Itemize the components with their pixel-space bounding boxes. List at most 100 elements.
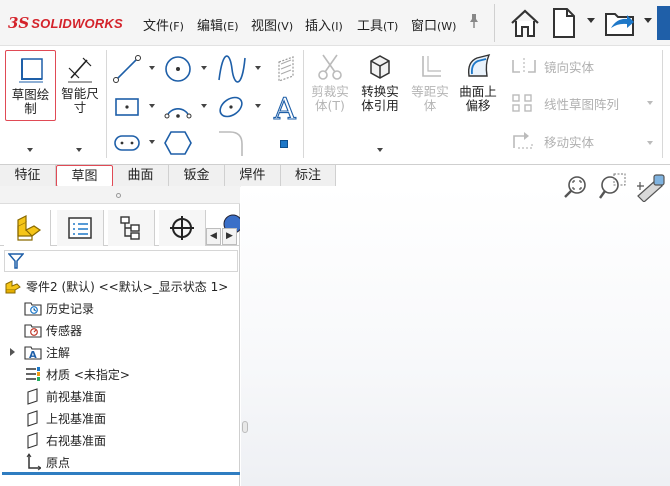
trim-entities-button[interactable]: 剪裁实 体(T) <box>308 50 352 121</box>
offset-on-surface-button[interactable]: 曲面上 偏移 <box>456 50 500 121</box>
tree-item-label: 材质 <未指定> <box>46 367 130 382</box>
tree-item-front-plane[interactable]: 前视基准面 <box>24 386 106 406</box>
tree-root-part[interactable]: 零件2 (默认) <<默认>_显示状态 1> <box>4 276 228 296</box>
tree-item-annotations[interactable]: A 注解 <box>24 342 70 362</box>
tree-item-origin[interactable]: 原点 <box>24 452 70 472</box>
scroll-left-arrow[interactable]: ◀ <box>206 228 221 245</box>
ellipse-tool-icon[interactable] <box>216 92 246 122</box>
new-dropdown-arrow[interactable] <box>587 18 595 23</box>
menu-edit[interactable]: 编辑(E) <box>197 15 239 34</box>
plane-tool-icon[interactable] <box>275 54 299 84</box>
menu-tools[interactable]: 工具(T) <box>357 15 398 34</box>
convert-entities-icon <box>370 55 390 79</box>
rectangle-tool-icon[interactable] <box>112 92 142 122</box>
menu-insert[interactable]: 插入(I) <box>305 15 343 34</box>
pin-icon[interactable] <box>467 13 481 29</box>
linear-pattern-button[interactable]: 线性草图阵列 <box>510 92 619 114</box>
scroll-right-arrow[interactable]: ▶ <box>222 228 237 245</box>
polygon-tool-icon[interactable] <box>163 128 193 158</box>
zoom-to-fit-icon[interactable] <box>561 172 591 202</box>
convert-label-2: 体引用 <box>361 98 399 113</box>
tree-item-history[interactable]: 历史记录 <box>24 298 94 318</box>
scissors-icon <box>318 54 342 80</box>
smart-dimension-icon <box>68 57 92 83</box>
tree-item-label: 前视基准面 <box>46 389 107 404</box>
line-tool-icon[interactable] <box>112 54 142 84</box>
tree-item-top-plane[interactable]: 上视基准面 <box>24 408 106 428</box>
menu-file[interactable]: 文件(F) <box>143 15 184 34</box>
menu-window[interactable]: 窗口(W) <box>411 15 456 34</box>
pattern-dropdown-arrow[interactable] <box>647 101 653 105</box>
convert-dropdown-arrow[interactable] <box>377 148 383 152</box>
tab-markup[interactable]: 标注 <box>281 165 336 187</box>
point-tool-icon[interactable] <box>280 140 288 148</box>
new-document-icon[interactable] <box>551 6 577 40</box>
tab-weldments[interactable]: 焊件 <box>225 165 281 187</box>
plane-icon <box>24 409 42 427</box>
command-ribbon: 草图绘 制 智能尺 寸 A 剪裁实 体(T) 转换实 体引用 等距实 体 曲面上… <box>0 46 670 164</box>
feature-manager-tab[interactable] <box>4 210 51 246</box>
tab-sketch[interactable]: 草图 <box>56 165 113 187</box>
property-manager-tab[interactable] <box>57 210 104 246</box>
smart-dim-dropdown-arrow[interactable] <box>76 148 82 152</box>
move-dropdown-arrow[interactable] <box>647 141 653 145</box>
solidworks-logo[interactable]: 3S SOLIDWORKS <box>8 14 123 32</box>
dimxpert-manager-tab[interactable] <box>159 210 206 246</box>
sketch-button[interactable]: 草图绘 制 <box>5 50 56 121</box>
arc-tool-icon[interactable] <box>163 92 193 122</box>
mirror-entities-button[interactable]: 镜向实体 <box>510 56 594 76</box>
arc-dropdown-arrow[interactable] <box>201 104 207 108</box>
ribbon-separator <box>303 50 304 158</box>
menu-bar: 3S SOLIDWORKS 文件(F) 编辑(E) 视图(V) 插入(I) 工具… <box>0 0 670 46</box>
smart-dimension-button[interactable]: 智能尺 寸 <box>58 50 102 121</box>
slot-dropdown-arrow[interactable] <box>149 140 155 144</box>
home-icon[interactable] <box>508 6 542 40</box>
tree-item-material[interactable]: 材质 <未指定> <box>24 364 130 384</box>
ellipse-dropdown-arrow[interactable] <box>255 104 261 108</box>
fillet-tool-icon[interactable] <box>216 128 246 158</box>
plane-icon <box>24 387 42 405</box>
move-label: 移动实体 <box>544 134 595 150</box>
open-dropdown-arrow[interactable] <box>644 18 652 23</box>
tree-item-label: 传感器 <box>46 323 83 338</box>
circle-tool-icon[interactable] <box>163 54 193 84</box>
convert-entities-button[interactable]: 转换实 体引用 <box>356 50 404 121</box>
panel-splitter-grip[interactable] <box>242 421 248 433</box>
grip-dot <box>116 193 121 198</box>
trim-label-1: 剪裁实 <box>311 84 349 99</box>
open-file-icon[interactable] <box>603 6 637 40</box>
tab-features[interactable]: 特征 <box>0 165 56 187</box>
tab-surfaces[interactable]: 曲面 <box>113 165 169 187</box>
configuration-manager-tab[interactable] <box>108 210 155 246</box>
surface-offset-label-1: 曲面上 <box>459 84 497 99</box>
menu-view[interactable]: 视图(V) <box>251 15 293 34</box>
line-dropdown-arrow[interactable] <box>149 66 155 70</box>
tree-item-right-plane[interactable]: 右视基准面 <box>24 430 106 450</box>
spline-tool-icon[interactable] <box>216 54 248 84</box>
tree-item-label: 历史记录 <box>46 301 95 316</box>
slot-tool-icon[interactable] <box>112 130 142 156</box>
logo-mark: 3S <box>8 14 30 32</box>
tab-sheet-metal[interactable]: 钣金 <box>169 165 225 187</box>
save-icon[interactable] <box>657 6 670 40</box>
filter-funnel-icon[interactable] <box>8 252 24 270</box>
graphics-area[interactable] <box>241 186 670 486</box>
rectangle-dropdown-arrow[interactable] <box>149 104 155 108</box>
text-tool-icon[interactable]: A <box>272 90 300 124</box>
move-entities-button[interactable]: 移动实体 <box>510 130 594 152</box>
rollback-bar[interactable] <box>2 472 240 475</box>
sketch-dropdown-arrow[interactable] <box>27 148 33 152</box>
menu-separator <box>494 4 495 42</box>
spline-dropdown-arrow[interactable] <box>255 66 261 70</box>
history-folder-icon <box>24 299 42 317</box>
crosshair-icon <box>170 216 194 240</box>
previous-view-icon[interactable] <box>634 172 668 202</box>
offset-entities-button[interactable]: 等距实 体 <box>408 50 452 121</box>
ribbon-separator <box>106 50 107 158</box>
tree-item-sensors[interactable]: 传感器 <box>24 320 82 340</box>
circle-dropdown-arrow[interactable] <box>201 66 207 70</box>
panel-grip[interactable] <box>0 186 240 204</box>
zoom-to-area-icon[interactable] <box>597 172 627 202</box>
annotations-expand-arrow[interactable] <box>10 348 15 356</box>
filter-row[interactable] <box>4 250 238 272</box>
